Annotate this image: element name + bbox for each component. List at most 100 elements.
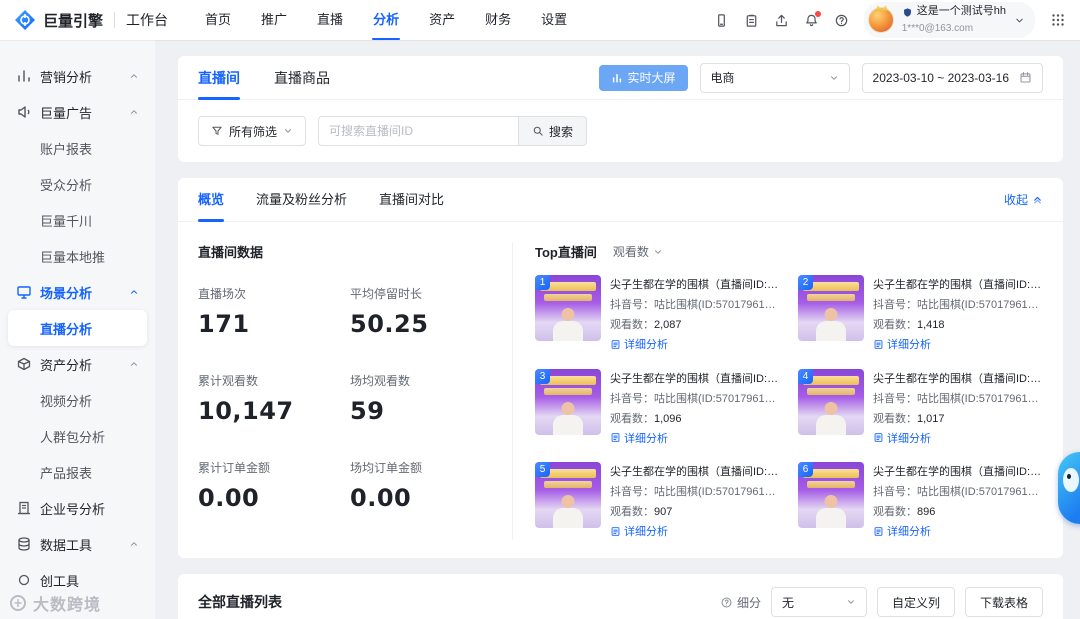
detail-analysis-link[interactable]: 详细分析 <box>610 523 668 539</box>
nav-settings[interactable]: 设置 <box>526 0 582 40</box>
detail-analysis-link[interactable]: 详细分析 <box>873 430 931 446</box>
chevron-down-icon <box>285 129 292 133</box>
tab-overview[interactable]: 概览 <box>198 178 225 222</box>
realtime-screen-button[interactable]: 实时大屏 <box>598 64 688 91</box>
live-room-id-search-input[interactable] <box>318 116 519 146</box>
sidebar-item-asset-analysis[interactable]: 资产分析 <box>8 346 147 382</box>
chevron-up-icon <box>129 107 139 117</box>
sidebar-item-juliang-ads[interactable]: 巨量广告 <box>8 94 147 130</box>
stat-total-order-amount: 累计订单金额 0.00 <box>198 461 271 512</box>
live-room-views: 观看数：907 <box>610 506 673 518</box>
sidebar-item-live-analysis[interactable]: 直播分析 <box>8 310 147 346</box>
thumbnail-banner <box>807 481 855 488</box>
upload-icon[interactable] <box>774 13 789 28</box>
tasks-icon[interactable] <box>744 13 759 28</box>
all-filters-button[interactable]: 所有筛选 <box>198 116 307 146</box>
sidebar-item-label: 账户报表 <box>40 141 93 157</box>
tab-room-compare[interactable]: 直播间对比 <box>379 178 444 222</box>
segment-label: 细分 <box>720 594 761 611</box>
overview-body: 直播间数据 直播场次 171 平均停留时长 50.25 累计观看数 10,147 <box>178 222 1063 558</box>
collapse-toggle[interactable]: 收起 <box>1004 191 1043 208</box>
download-table-button[interactable]: 下载表格 <box>964 587 1043 617</box>
report-icon <box>611 339 620 349</box>
sidebar-item-audience-pack-analysis[interactable]: 人群包分析 <box>8 418 147 454</box>
sidebar-item-product-report[interactable]: 产品报表 <box>8 454 147 490</box>
segment-select[interactable]: 无 <box>770 587 867 617</box>
stat-avg-stay-duration: 平均停留时长 50.25 <box>350 287 429 338</box>
rooms-grid: 1 尖子生都在学的围棋（直播间ID: 72098... 抖音号：咕比围棋(ID:… <box>535 275 1043 540</box>
live-room-thumbnail[interactable]: 1 <box>535 275 601 341</box>
sort-by-views-dropdown[interactable]: 观看数 <box>613 243 663 260</box>
chart-bars-icon <box>612 73 621 82</box>
host-figure <box>561 495 575 508</box>
rank-badge: 4 <box>798 368 813 384</box>
notification-dot <box>814 10 821 17</box>
search-button[interactable]: 搜索 <box>518 116 588 146</box>
tab-live-room[interactable]: 直播间 <box>198 56 240 100</box>
nav-home[interactable]: 首页 <box>190 0 246 40</box>
sidebar-item-qianchuan[interactable]: 巨量千川 <box>8 202 147 238</box>
help-icon[interactable] <box>834 13 849 28</box>
sidebar-item-label: 巨量本地推 <box>40 249 106 265</box>
apps-grid-icon[interactable] <box>1050 12 1066 28</box>
top-nav: 首页 推广 直播 分析 资产 财务 设置 <box>190 0 582 40</box>
sidebar-item-label: 场景分析 <box>40 285 93 301</box>
live-room-title: 尖子生都在学的围棋（直播间ID: 72098... <box>610 279 780 291</box>
chevron-down-icon <box>830 75 837 80</box>
brand[interactable]: 巨量引擎 工作台 <box>14 9 168 31</box>
live-room-thumbnail[interactable]: 3 <box>535 368 601 435</box>
bell-icon[interactable] <box>804 10 821 28</box>
detail-analysis-link[interactable]: 详细分析 <box>873 523 931 539</box>
business-type-select[interactable]: 电商 <box>699 62 850 93</box>
top-rooms-title: Top直播间 <box>535 245 597 260</box>
date-range-picker[interactable]: 2023-03-10 ~ 2023-03-16 <box>861 62 1043 93</box>
live-room-views: 观看数：2,087 <box>610 319 682 331</box>
sidebar-item-scene-analysis[interactable]: 场景分析 <box>8 274 147 310</box>
live-room-views: 观看数：1,096 <box>610 412 682 425</box>
nav-live[interactable]: 直播 <box>302 0 358 40</box>
user-email: 1***0@163.com <box>901 22 974 34</box>
nav-finance[interactable]: 财务 <box>470 0 526 40</box>
thumbnail-banner <box>544 294 592 301</box>
sidebar-item-local-promotion[interactable]: 巨量本地推 <box>8 238 147 274</box>
mascot-widget[interactable] <box>1058 452 1080 524</box>
sidebar-item-label: 受众分析 <box>40 177 93 193</box>
sidebar-item-marketing-analysis[interactable]: 营销分析 <box>8 58 147 94</box>
custom-columns-button[interactable]: 自定义列 <box>876 587 955 617</box>
host-figure <box>816 321 846 341</box>
wrench-icon <box>16 572 32 588</box>
topbar: 巨量引擎 工作台 首页 推广 直播 分析 资产 财务 设置 这是一个测试号hh … <box>0 0 1080 40</box>
toolbar-controls: 实时大屏 电商 2023-03-10 ~ 2023-03-16 <box>598 62 1043 93</box>
live-room-thumbnail[interactable]: 2 <box>798 275 864 341</box>
mobile-icon[interactable] <box>714 13 729 28</box>
live-room-card: 1 尖子生都在学的围棋（直播间ID: 72098... 抖音号：咕比围棋(ID:… <box>535 275 780 353</box>
live-room-thumbnail[interactable]: 6 <box>798 462 864 528</box>
sidebar-item-enterprise-analysis[interactable]: 企业号分析 <box>8 490 147 526</box>
nav-promotion[interactable]: 推广 <box>246 0 302 40</box>
chevron-up-icon <box>1034 196 1041 204</box>
live-list-card: 全部直播列表 细分 无 自定义列 下载表格 <box>178 574 1063 619</box>
live-room-title: 尖子生都在学的围棋（直播间ID: 72086... <box>873 372 1043 385</box>
chevron-down-icon <box>654 249 661 254</box>
room-info: 尖子生都在学的围棋（直播间ID: 72094... 抖音号：咕比围棋(ID:57… <box>610 369 780 447</box>
live-room-thumbnail[interactable]: 5 <box>535 462 601 528</box>
sidebar-item-account-report[interactable]: 账户报表 <box>8 130 147 166</box>
chevron-up-icon <box>129 287 139 297</box>
tab-traffic-fans[interactable]: 流量及粉丝分析 <box>256 178 347 222</box>
sidebar-item-audience-analysis[interactable]: 受众分析 <box>8 166 147 202</box>
sidebar: 营销分析 巨量广告 账户报表 受众分析 巨量千川 巨量本地推 场景分析 直播分析… <box>0 40 155 619</box>
live-room-account: 抖音号：咕比围棋(ID:57017961223) <box>873 392 1043 405</box>
nav-analysis[interactable]: 分析 <box>358 0 414 40</box>
report-icon <box>874 433 883 442</box>
nav-assets[interactable]: 资产 <box>414 0 470 40</box>
detail-analysis-link[interactable]: 详细分析 <box>610 430 668 446</box>
watermark-text: 大数跨境 <box>33 597 102 614</box>
user-menu[interactable]: 这是一个测试号hh 1***0@163.com <box>863 2 1035 38</box>
tab-live-products[interactable]: 直播商品 <box>274 56 330 100</box>
sidebar-item-data-tools[interactable]: 数据工具 <box>8 526 147 562</box>
detail-analysis-link[interactable]: 详细分析 <box>610 336 668 352</box>
sidebar-item-video-analysis[interactable]: 视频分析 <box>8 382 147 418</box>
detail-analysis-link[interactable]: 详细分析 <box>873 336 931 352</box>
live-room-thumbnail[interactable]: 4 <box>798 368 864 435</box>
live-room-card: 3 尖子生都在学的围棋（直播间ID: 72094... 抖音号：咕比围棋(ID:… <box>535 368 780 447</box>
